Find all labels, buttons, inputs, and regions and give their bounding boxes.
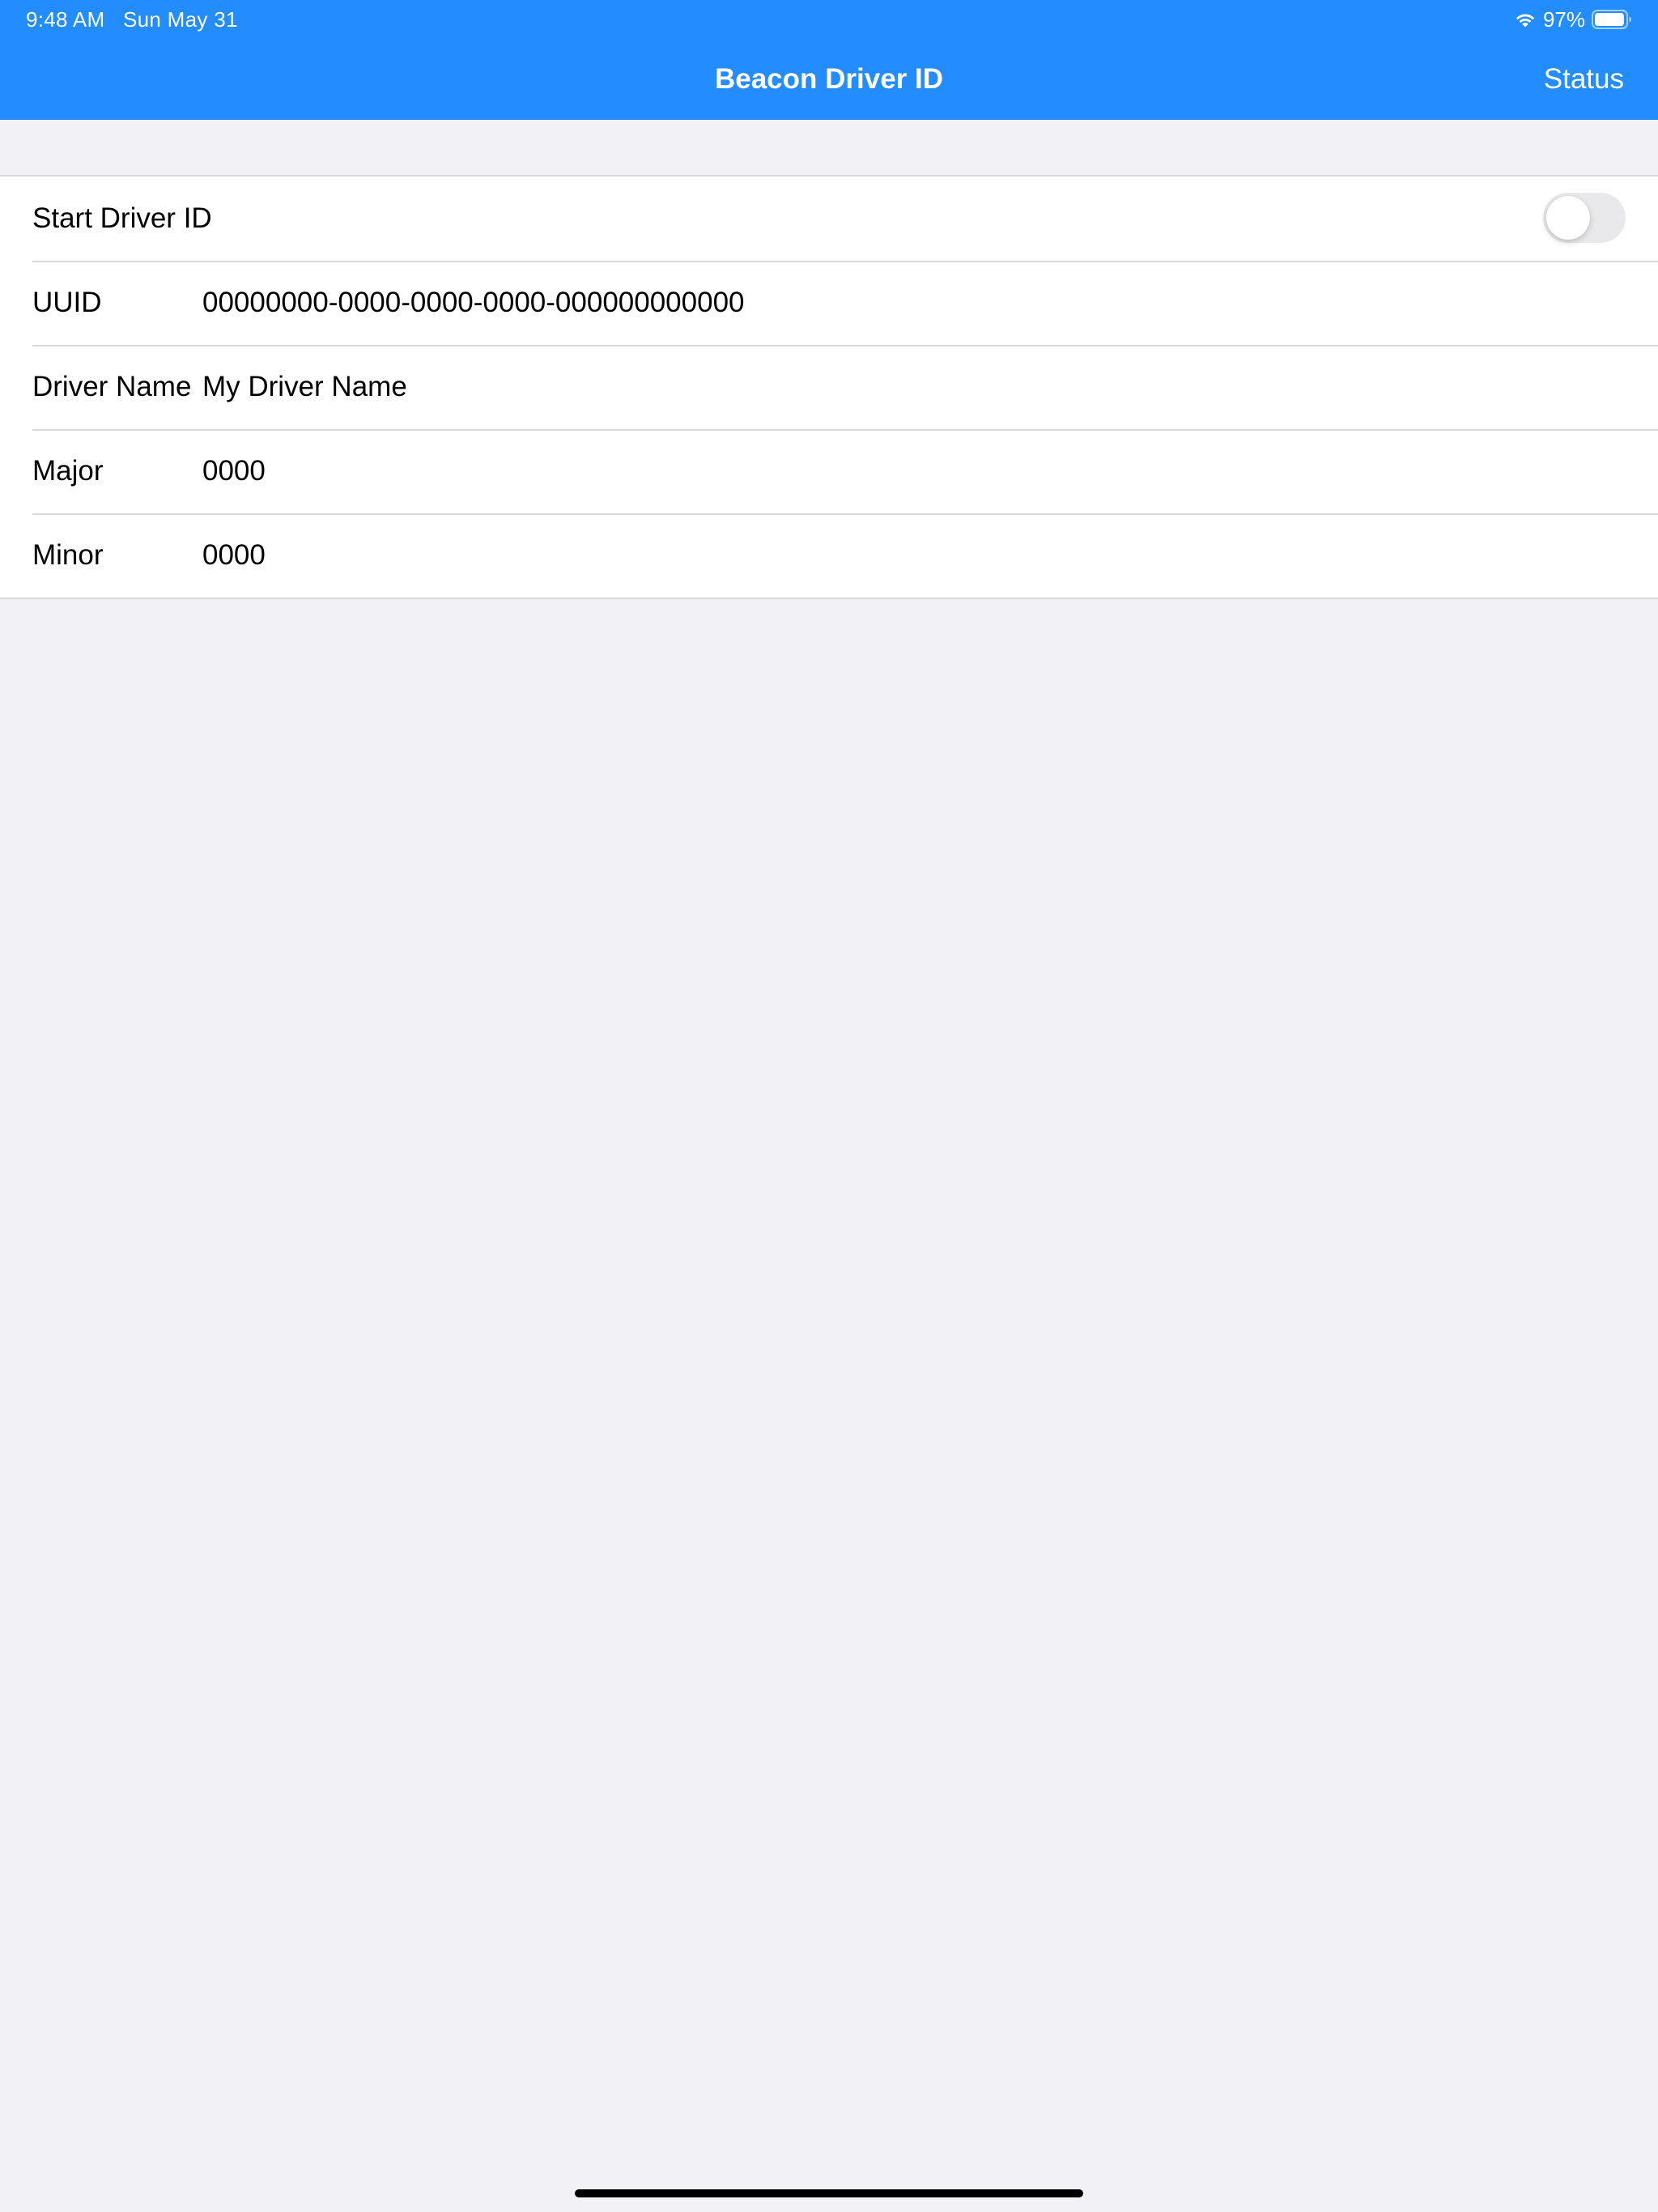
status-button[interactable]: Status	[1544, 60, 1624, 99]
major-row: Major	[0, 429, 1658, 513]
navigation-bar: 9:48 AM Sun May 31 97% Beacon Driver ID …	[0, 0, 1658, 120]
home-indicator[interactable]	[575, 2189, 1083, 2197]
start-driver-id-row: Start Driver ID	[0, 177, 1658, 261]
battery-fill	[1595, 13, 1624, 26]
uuid-field[interactable]	[202, 279, 1626, 327]
status-indicators: 97%	[1514, 5, 1632, 34]
major-field[interactable]	[202, 447, 1626, 496]
battery-percentage: 97%	[1542, 7, 1585, 32]
battery-icon	[1592, 10, 1632, 29]
settings-table: Start Driver ID UUID Driver Name Major M…	[0, 175, 1658, 599]
minor-label: Minor	[32, 539, 104, 571]
status-date: Sun May 31	[123, 7, 238, 32]
major-label: Major	[32, 455, 104, 487]
minor-row: Minor	[0, 513, 1658, 598]
driver-name-row: Driver Name	[0, 345, 1658, 429]
uuid-label: UUID	[32, 287, 102, 318]
start-driver-id-toggle[interactable]	[1543, 193, 1626, 243]
minor-field[interactable]	[202, 531, 1626, 580]
page-title: Beacon Driver ID	[714, 63, 944, 95]
wifi-icon	[1514, 11, 1537, 28]
uuid-row: UUID	[0, 261, 1658, 345]
driver-name-label: Driver Name	[32, 371, 192, 402]
driver-name-field[interactable]	[202, 363, 1626, 411]
toggle-knob	[1546, 196, 1590, 240]
start-driver-id-label: Start Driver ID	[32, 202, 212, 234]
status-time: 9:48 AM	[26, 7, 105, 32]
